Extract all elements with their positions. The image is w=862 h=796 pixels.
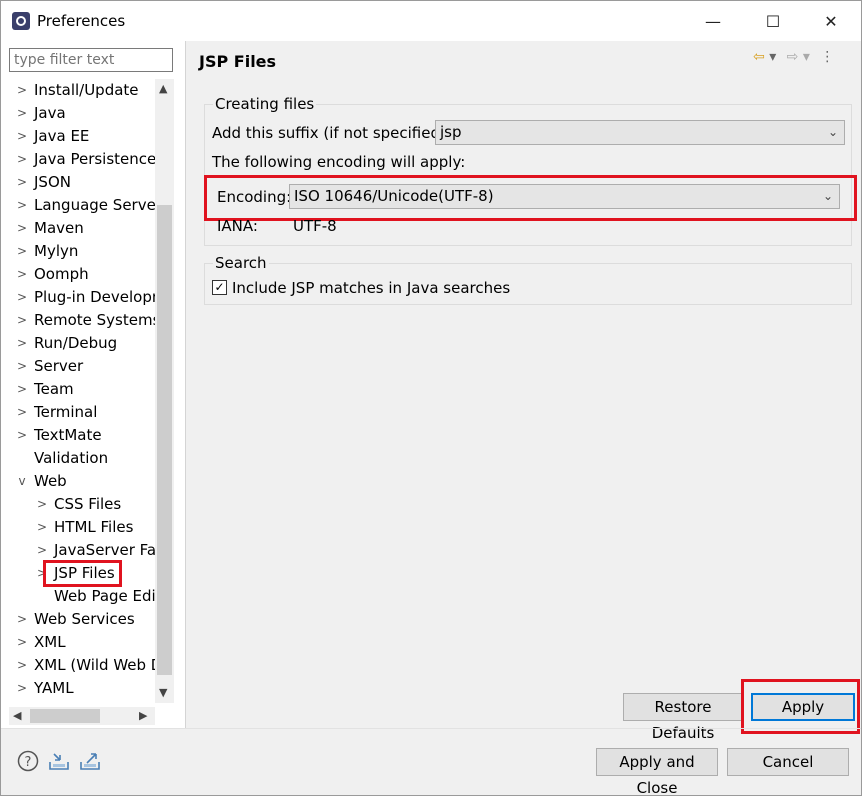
tree-item-label: Validation <box>34 449 109 467</box>
tree-item-label: Oomph <box>34 265 89 283</box>
tree-item-label: Language Servers <box>34 196 155 214</box>
tree-horizontal-scrollbar[interactable]: ◀ ▶ <box>9 707 155 725</box>
tree-item-label: XML <box>34 633 66 651</box>
tree-item-label: Plug-in Developm <box>34 288 155 306</box>
chevron-right-icon[interactable]: > <box>17 171 27 194</box>
encoding-highlight <box>204 175 857 221</box>
chevron-right-icon[interactable]: > <box>17 355 27 378</box>
preferences-window: Preferences — ☐ ✕ > Install/Update > Java … <box>0 0 862 796</box>
back-menu-icon[interactable]: ▾ <box>769 49 776 65</box>
tree-item-label: Mylyn <box>34 242 79 260</box>
chevron-right-icon[interactable]: > <box>17 79 27 102</box>
chevron-right-icon[interactable]: > <box>17 240 27 263</box>
chevron-down-icon[interactable]: ⌄ <box>828 121 838 144</box>
tree-item-label: Team <box>34 380 74 398</box>
search-label: Search <box>213 254 269 272</box>
iana-label: IANA: <box>217 217 258 235</box>
encoding-note: The following encoding will apply: <box>212 153 466 171</box>
apply-highlight <box>741 679 860 734</box>
chevron-right-icon[interactable]: > <box>37 539 47 562</box>
title-bar: Preferences — ☐ ✕ <box>1 1 861 41</box>
tree-item-label: Web Services <box>34 610 135 628</box>
chevron-right-icon[interactable]: > <box>17 263 27 286</box>
tree-item-label: Install/Update <box>34 81 139 99</box>
tree-item-label: Terminal <box>34 403 98 421</box>
tree-item-label: Maven <box>34 219 84 237</box>
restore-defaults-button[interactable]: Restore Defaults <box>623 693 743 742</box>
back-arrow-icon[interactable]: ⇦ <box>753 49 765 65</box>
tree-item-label: Remote Systems <box>34 311 155 329</box>
creating-files-label: Creating files <box>213 95 317 113</box>
eclipse-app-icon <box>12 12 30 30</box>
tree-item-label: Java EE <box>34 127 90 145</box>
scroll-down-icon[interactable]: ▼ <box>159 686 167 699</box>
chevron-down-icon[interactable]: v <box>17 470 27 493</box>
filter-input[interactable] <box>9 48 173 72</box>
chevron-right-icon[interactable]: > <box>17 401 27 424</box>
page-nav-toolbar: ⇦ ▾ ⇨ ▾ ⋮ <box>753 49 834 65</box>
vertical-scroll-thumb[interactable] <box>157 205 172 675</box>
maximize-button[interactable]: ☐ <box>743 1 803 41</box>
chevron-right-icon[interactable]: > <box>17 677 27 700</box>
chevron-right-icon[interactable]: > <box>17 286 27 309</box>
tree-item-label: JavaServer Face <box>54 541 155 559</box>
tree-item-label: Java <box>34 104 66 122</box>
scroll-up-icon[interactable]: ▲ <box>159 82 167 95</box>
iana-value: UTF-8 <box>293 217 337 235</box>
include-jsp-label[interactable]: Include JSP matches in Java searches <box>232 279 510 297</box>
chevron-right-icon[interactable]: > <box>17 424 27 447</box>
tree-item-label: CSS Files <box>54 495 122 513</box>
tree-vertical-scrollbar[interactable]: ▲ ▼ <box>155 79 174 703</box>
window-title: Preferences <box>37 12 126 30</box>
jsp-files-highlight <box>43 560 122 587</box>
tree-item-label: YAML <box>34 679 74 697</box>
tree-item-label: Java Persistence <box>34 150 155 168</box>
horizontal-scroll-thumb[interactable] <box>30 709 100 723</box>
export-icon[interactable] <box>79 750 101 772</box>
forward-arrow-icon[interactable]: ⇨ <box>787 49 799 65</box>
import-icon[interactable] <box>48 750 70 772</box>
chevron-right-icon[interactable]: > <box>17 125 27 148</box>
chevron-right-icon[interactable]: > <box>17 217 27 240</box>
tree-item-label: Web Page Edit <box>54 587 155 605</box>
tree-item-label: JSON <box>34 173 71 191</box>
tree-item-label: Run/Debug <box>34 334 118 352</box>
chevron-right-icon[interactable]: > <box>17 194 27 217</box>
close-button[interactable]: ✕ <box>801 1 861 41</box>
chevron-right-icon[interactable]: > <box>17 332 27 355</box>
help-icon[interactable]: ? <box>17 750 39 772</box>
tree-item-label: Web <box>34 472 67 490</box>
preferences-nav-pane: > Install/Update > Java > Java EE > Java Per… <box>1 41 185 728</box>
suffix-value: jsp <box>440 123 462 141</box>
preference-tree: > Install/Update > Java > Java EE > Java Per… <box>1 79 155 703</box>
chevron-right-icon[interactable]: > <box>17 608 27 631</box>
tree-item-label: TextMate <box>34 426 102 444</box>
include-jsp-checkbox[interactable]: ✓ <box>212 280 227 295</box>
apply-and-close-button[interactable]: Apply and Close <box>596 748 718 795</box>
scroll-left-icon[interactable]: ◀ <box>13 709 21 722</box>
help-glyph: ? <box>25 755 32 770</box>
cancel-button[interactable]: Cancel <box>727 748 849 776</box>
pane-divider[interactable] <box>185 41 186 728</box>
suffix-label: Add this suffix (if not specified): <box>212 124 451 142</box>
suffix-combo[interactable]: jsp ⌄ <box>435 120 845 145</box>
view-menu-icon[interactable]: ⋮ <box>820 49 834 65</box>
footer-divider <box>1 728 861 729</box>
chevron-right-icon[interactable]: > <box>37 516 47 539</box>
chevron-right-icon[interactable]: > <box>17 309 27 332</box>
chevron-right-icon[interactable]: > <box>17 378 27 401</box>
chevron-right-icon[interactable]: > <box>37 493 47 516</box>
chevron-right-icon[interactable]: > <box>17 631 27 654</box>
chevron-right-icon[interactable]: > <box>17 654 27 677</box>
chevron-right-icon[interactable]: > <box>17 148 27 171</box>
tree-item-label: Server <box>34 357 84 375</box>
chevron-right-icon[interactable]: > <box>17 102 27 125</box>
minimize-button[interactable]: — <box>683 1 743 41</box>
tree-item-label: XML (Wild Web D <box>34 656 155 674</box>
tree-item-label: HTML Files <box>54 518 134 536</box>
scroll-right-icon[interactable]: ▶ <box>139 709 147 722</box>
page-title: JSP Files <box>199 52 277 71</box>
forward-menu-icon[interactable]: ▾ <box>803 49 810 65</box>
